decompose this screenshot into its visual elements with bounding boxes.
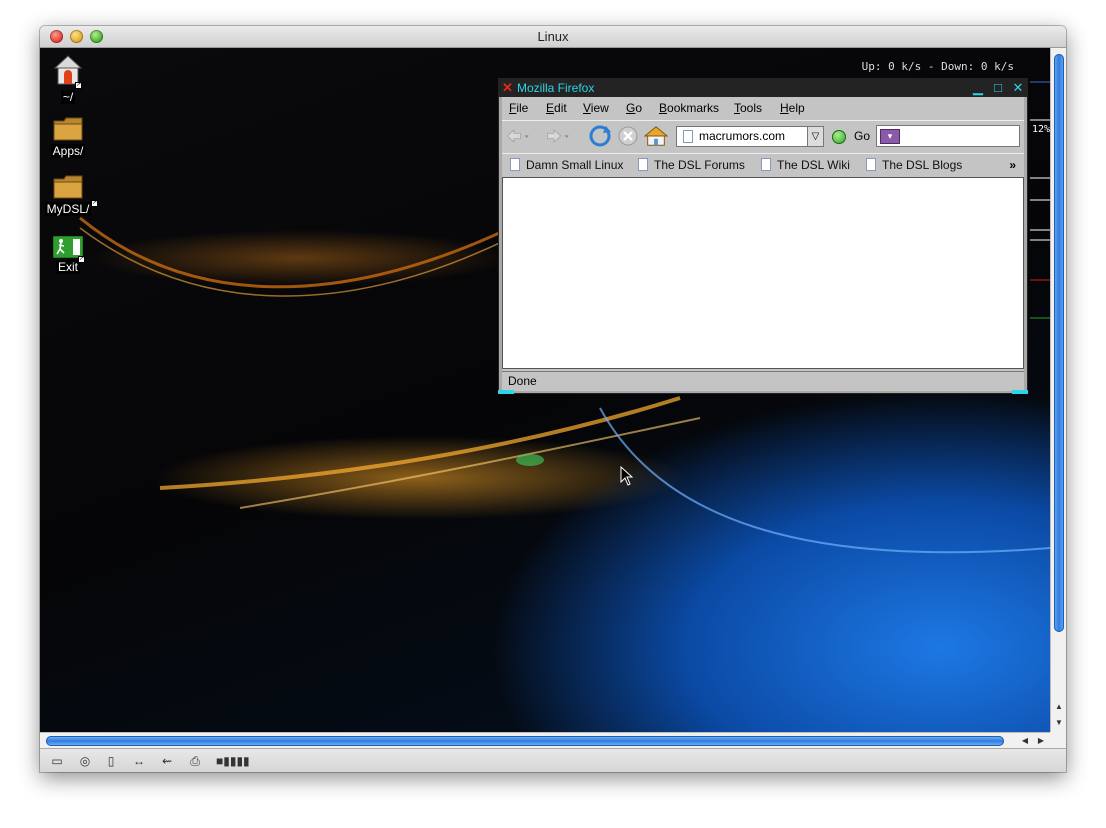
vertical-scrollbar[interactable]: ▲ ▼ [1050, 48, 1066, 732]
floppy-icon[interactable]: ▯ [102, 754, 120, 768]
page-content[interactable] [502, 177, 1024, 369]
menu-accelerator: G [626, 101, 636, 115]
vertical-scroll-thumb[interactable] [1054, 54, 1064, 632]
page-icon [510, 158, 520, 171]
close-icon[interactable]: ✕ [1011, 81, 1025, 95]
host-window-title: Linux [537, 29, 569, 44]
menu-accelerator: V [583, 101, 591, 115]
back-icon[interactable] [506, 125, 530, 147]
bookmark-item[interactable]: The DSL Blogs [864, 158, 962, 172]
firefox-title: Mozilla Firefox [517, 81, 595, 95]
page-icon [683, 130, 693, 143]
bookmark-item[interactable]: Damn Small Linux [508, 158, 623, 172]
scroll-up-icon[interactable]: ▲ [1051, 700, 1066, 714]
url-input[interactable]: macrumors.com ▽ [676, 126, 824, 147]
menu-file[interactable]: File [509, 101, 528, 115]
network-icon[interactable]: ↔ [130, 754, 148, 768]
menu-bar: File Edit View Go Bookmarks Tools Help [502, 97, 1024, 119]
bookmarks-overflow-button[interactable]: » [1009, 158, 1016, 172]
menu-view[interactable]: View [583, 101, 609, 115]
scroll-down-icon[interactable]: ▼ [1051, 716, 1066, 730]
home-icon[interactable] [644, 125, 668, 147]
navigation-toolbar: macrumors.com ▽ Go ▾ [502, 120, 1024, 150]
bookmarks-toolbar: Damn Small Linux The DSL Forums The DSL … [502, 153, 1024, 175]
monitor-graph-icon [1030, 81, 1050, 319]
folder-icon [53, 117, 83, 141]
scroll-left-icon[interactable]: ◀ [1018, 733, 1032, 749]
hard-disk-icon[interactable]: ▭ [48, 754, 66, 768]
forward-icon[interactable] [546, 125, 570, 147]
stop-icon[interactable] [616, 125, 640, 147]
desktop-icon-label: Apps/ [50, 144, 86, 158]
device-bar: ▭ ◎ ▯ ↔ ⇜ ⎙ ■▮▮▮▮ [40, 748, 1066, 772]
menu-help[interactable]: Help [780, 101, 805, 115]
desktop-icon-label: ~/ [60, 90, 76, 104]
guest-desktop[interactable]: Up: 0 k/s - Down: 0 k/s ↗ ~/ Apps/ ↗ MyD… [40, 48, 1050, 732]
desktop-icon-mydsl[interactable]: ↗ MyDSL/ [40, 174, 98, 218]
menu-accelerator: T [734, 101, 740, 115]
menu-accelerator: E [546, 101, 555, 115]
cpu-percent: 12% [1031, 124, 1050, 135]
desktop-icon-apps[interactable]: Apps/ [40, 116, 96, 160]
menu-edit[interactable]: Edit [546, 101, 567, 115]
firefox-titlebar[interactable]: ✕ Mozilla Firefox ▁ □ ✕ [499, 79, 1027, 97]
page-icon [866, 158, 876, 171]
desktop-icon-label: Exit [55, 260, 80, 274]
printer-icon[interactable]: ⎙ [186, 754, 204, 768]
menu-accelerator: F [509, 101, 517, 115]
desktop-icon-label: MyDSL/ [44, 202, 92, 216]
shortcut-arrow-icon: ↗ [75, 82, 82, 89]
mouse-cursor-icon [620, 466, 634, 486]
shortcut-arrow-icon: ↗ [78, 256, 85, 263]
menu-bookmarks[interactable]: Bookmarks [659, 101, 719, 115]
zoom-button[interactable] [90, 30, 103, 43]
host-titlebar[interactable]: Linux [40, 26, 1066, 48]
firefox-app-icon: ✕ [502, 80, 513, 95]
go-button[interactable]: Go [854, 129, 870, 143]
page-icon [638, 158, 648, 171]
url-dropdown-icon[interactable]: ▽ [807, 127, 823, 146]
desktop-icon-home[interactable]: ↗ ~/ [40, 54, 96, 106]
firefox-window: ✕ Mozilla Firefox ▁ □ ✕ File Edit View G… [498, 78, 1028, 394]
url-text: macrumors.com [699, 129, 786, 143]
menu-accelerator: H [780, 101, 789, 115]
horizontal-scroll-thumb[interactable] [46, 736, 1004, 746]
exit-icon [53, 236, 83, 258]
go-icon[interactable] [832, 130, 846, 144]
cpu-activity-icon: ■▮▮▮▮ [216, 754, 250, 768]
host-window: Linux Up: 0 k/s - Down: 0 k/s ↗ ~/ Apps/… [40, 26, 1066, 772]
menu-go[interactable]: Go [626, 101, 642, 115]
menu-tools[interactable]: Tools [734, 101, 762, 115]
status-bar: Done [502, 371, 1024, 391]
usb-icon[interactable]: ⇜ [158, 754, 176, 768]
resize-grip-left[interactable] [498, 390, 514, 394]
page-icon [761, 158, 771, 171]
network-monitor: Up: 0 k/s - Down: 0 k/s [861, 60, 1014, 73]
minimize-icon[interactable]: ▁ [971, 81, 985, 95]
bookmark-item[interactable]: The DSL Forums [636, 158, 745, 172]
scroll-right-icon[interactable]: ▶ [1034, 733, 1048, 749]
firefox-body: File Edit View Go Bookmarks Tools Help m… [502, 97, 1024, 391]
close-button[interactable] [50, 30, 63, 43]
desktop-icon-exit[interactable]: ↗ Exit [40, 236, 96, 276]
maximize-icon[interactable]: □ [991, 81, 1005, 95]
bookmark-item[interactable]: The DSL Wiki [759, 158, 850, 172]
cd-drive-icon[interactable]: ◎ [76, 754, 94, 768]
resize-grip-right[interactable] [1012, 390, 1028, 394]
reload-icon[interactable] [588, 125, 612, 147]
search-input[interactable]: ▾ [876, 125, 1020, 147]
menu-accelerator: B [659, 101, 668, 115]
minimize-button[interactable] [70, 30, 83, 43]
shortcut-arrow-icon: ↗ [91, 200, 98, 207]
folder-icon [53, 175, 83, 199]
search-engine-icon[interactable]: ▾ [880, 129, 900, 144]
system-monitor-widget [1030, 80, 1050, 340]
horizontal-scrollbar[interactable]: ◀ ▶ [40, 732, 1050, 748]
